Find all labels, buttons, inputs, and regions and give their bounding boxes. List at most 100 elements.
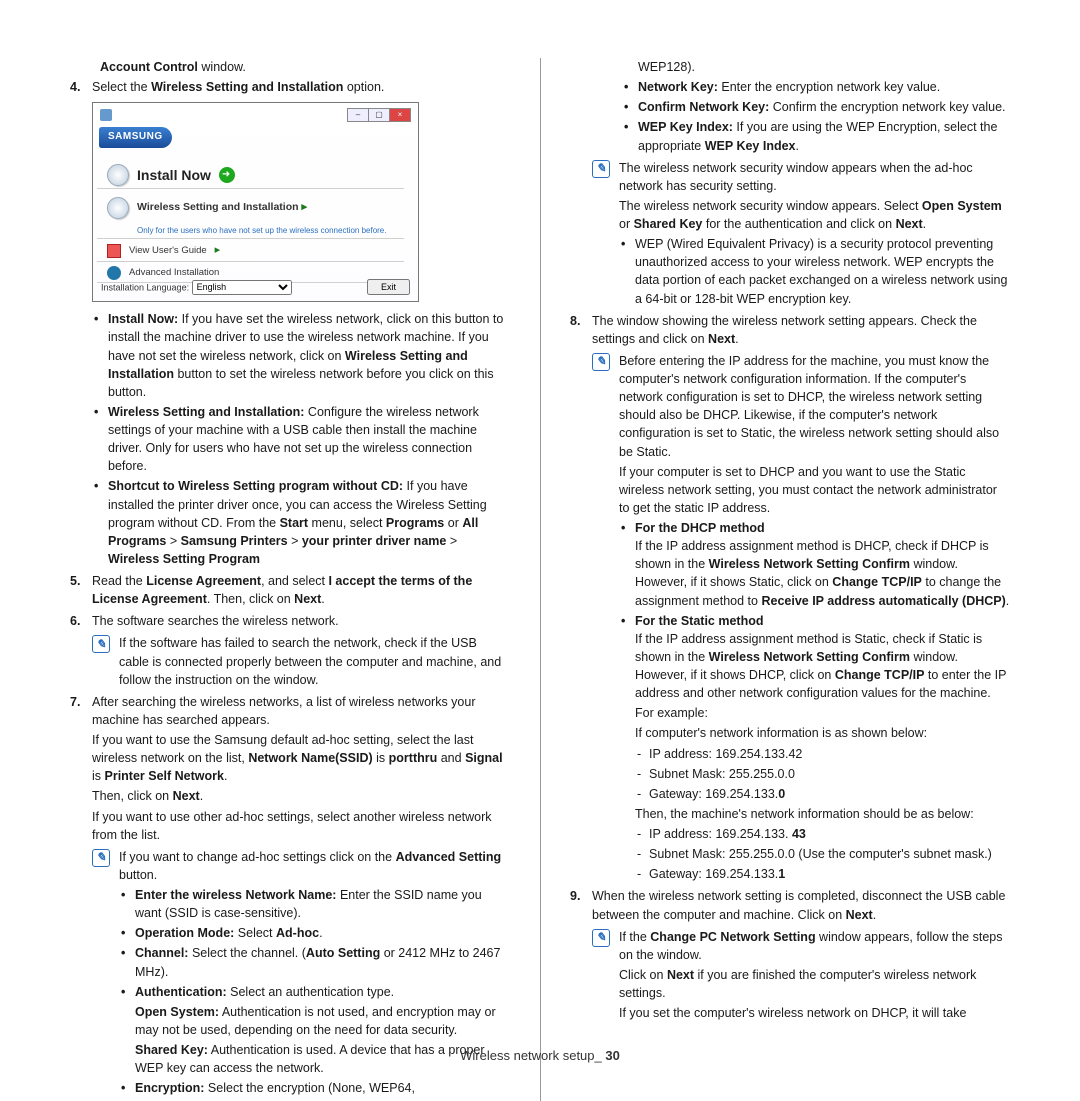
- machine-net-list: IP address: 169.254.133. 43 Subnet Mask:…: [635, 825, 1010, 883]
- stat-comp-info: If computer's network information is as …: [635, 724, 1010, 742]
- row-wsi-sub: Only for the users who have not set up t…: [97, 221, 404, 240]
- guide-label: View User's Guide: [129, 244, 207, 258]
- step-7-text-b: If you want to use the Samsung default a…: [92, 731, 510, 785]
- dhcp-method: For the DHCP method If the IP address as…: [619, 519, 1010, 610]
- account-control-line: Account Control window.: [70, 58, 510, 76]
- step-4: 4. Select the Wireless Setting and Insta…: [70, 78, 510, 568]
- step-6-number: 6.: [70, 612, 80, 630]
- n7-enter-name: Enter the wireless Network Name: Enter t…: [119, 886, 510, 922]
- step4-bullets: Install Now: If you have set the wireles…: [92, 310, 510, 568]
- note-icon: ✎: [92, 635, 110, 653]
- comp-gw: Gateway: 169.254.133.0: [635, 785, 1010, 803]
- maximize-icon[interactable]: ▢: [368, 108, 390, 122]
- lang-select[interactable]: English: [192, 280, 292, 295]
- comp-mask: Subnet Mask: 255.255.0.0: [635, 765, 1010, 783]
- footer-title: Wireless network setup: [460, 1048, 594, 1063]
- stat-machine-info: Then, the machine's network information …: [635, 805, 1010, 823]
- exit-button[interactable]: Exit: [367, 279, 410, 295]
- step-6-text: The software searches the wireless netwo…: [92, 612, 510, 630]
- advanced-label: Advanced Installation: [129, 266, 219, 280]
- installer-footer: Installation Language: English Exit: [101, 279, 410, 295]
- stat-example: For example:: [635, 704, 1010, 722]
- book-icon: [107, 244, 121, 258]
- comp-ip: IP address: 169.254.133.42: [635, 745, 1010, 763]
- dhcp-h: For the DHCP method: [635, 521, 765, 535]
- step-4-number: 4.: [70, 78, 80, 96]
- cd-icon: [107, 164, 129, 186]
- noteA1: The wireless network security window app…: [619, 159, 1010, 195]
- step-9-number: 9.: [570, 887, 580, 905]
- dhcp-desc: If the IP address assignment method is D…: [635, 537, 1010, 610]
- n7-opmode: Operation Mode: Select Ad-hoc.: [119, 924, 510, 942]
- wep-key-index: WEP Key Index: If you are using the WEP …: [622, 118, 1010, 154]
- bullet-install-now: Install Now: If you have set the wireles…: [92, 310, 510, 401]
- step-9: 9. When the wireless network setting is …: [570, 887, 1010, 1022]
- step-7-text-a: After searching the wireless networks, a…: [92, 693, 510, 729]
- step-7-text-d: If you want to use other ad-hoc settings…: [92, 808, 510, 844]
- note-icon: ✎: [592, 929, 610, 947]
- page-footer: Wireless network setup_ 30: [0, 1047, 1080, 1066]
- m-mask: Subnet Mask: 255.255.0.0 (Use the comput…: [635, 845, 1010, 863]
- comp-net-list: IP address: 169.254.133.42 Subnet Mask: …: [635, 745, 1010, 803]
- note-icon: ✎: [592, 160, 610, 178]
- page: Account Control window. 4. Select the Wi…: [0, 0, 1080, 1080]
- step-5-number: 5.: [70, 572, 80, 590]
- samsung-logo: SAMSUNG: [99, 127, 172, 148]
- step-4-text: Select the Wireless Setting and Installa…: [92, 78, 510, 96]
- columns: Account Control window. 4. Select the Wi…: [70, 58, 1010, 1101]
- close-icon[interactable]: ×: [389, 108, 411, 122]
- m-ip: IP address: 169.254.133. 43: [635, 825, 1010, 843]
- note-security-window: ✎ The wireless network security window a…: [592, 159, 1010, 308]
- noteC2: Click on Next if you are finished the co…: [619, 966, 1010, 1002]
- n7-encryption: Encryption: Select the encryption (None,…: [119, 1079, 510, 1097]
- page-number: 30: [605, 1048, 619, 1063]
- installer-screenshot: – ▢ × SAMSUNG Install Now: [92, 102, 419, 302]
- wep128-cont: WEP128).: [570, 58, 1010, 76]
- globe-icon: [107, 197, 129, 219]
- row-install-now[interactable]: Install Now: [97, 160, 404, 189]
- noteB2: If your computer is set to DHCP and you …: [619, 463, 1010, 517]
- network-key: Network Key: Enter the encryption networ…: [622, 78, 1010, 96]
- step-8-text: The window showing the wireless network …: [592, 312, 1010, 348]
- methods-bullets: For the DHCP method If the IP address as…: [619, 519, 1010, 883]
- confirm-network-key: Confirm Network Key: Confirm the encrypt…: [622, 98, 1010, 116]
- install-now-label: Install Now: [137, 165, 211, 185]
- note-icon: ✎: [592, 353, 610, 371]
- row-wsi[interactable]: Wireless Setting and Installation ▸: [97, 189, 404, 221]
- noteA3: WEP (Wired Equivalent Privacy) is a secu…: [619, 235, 1010, 308]
- note-step6: ✎ If the software has failed to search t…: [92, 634, 510, 688]
- step-8: 8. The window showing the wireless netwo…: [570, 312, 1010, 884]
- row-guide[interactable]: View User's Guide ▸: [97, 239, 404, 262]
- wsi-label: Wireless Setting and Installation ▸: [137, 200, 307, 216]
- step-7-number: 7.: [70, 693, 80, 711]
- step-5-text: Read the License Agreement, and select I…: [92, 572, 510, 608]
- noteA2: The wireless network security window app…: [619, 197, 1010, 233]
- note-step9: ✎ If the Change PC Network Setting windo…: [592, 928, 1010, 1023]
- noteA-bullets: WEP (Wired Equivalent Privacy) is a secu…: [619, 235, 1010, 308]
- step-list-left: 4. Select the Wireless Setting and Insta…: [70, 78, 510, 1097]
- noteB1: Before entering the IP address for the m…: [619, 352, 1010, 461]
- step-8-number: 8.: [570, 312, 580, 330]
- stat-desc: If the IP address assignment method is S…: [635, 630, 1010, 703]
- gear-icon: [107, 266, 121, 280]
- arrow-right-icon: [219, 167, 235, 183]
- minimize-icon[interactable]: –: [347, 108, 369, 122]
- right-column: WEP128). Network Key: Enter the encrypti…: [550, 58, 1010, 1101]
- right-keys-bullets: Network Key: Enter the encryption networ…: [570, 78, 1010, 155]
- noteC1: If the Change PC Network Setting window …: [619, 928, 1010, 964]
- step-list-right: 8. The window showing the wireless netwo…: [570, 312, 1010, 1023]
- flag-icon: ▸: [301, 201, 307, 213]
- noteC3: If you set the computer's wireless netwo…: [619, 1004, 1010, 1022]
- note-icon: ✎: [92, 849, 110, 867]
- lang-label: Installation Language:: [101, 282, 189, 292]
- note-step7-text: If you want to change ad-hoc settings cl…: [119, 848, 510, 884]
- wsi-subtitle: Only for the users who have not set up t…: [137, 225, 386, 237]
- window-app-icon: [100, 109, 112, 121]
- note-step8: ✎ Before entering the IP address for the…: [592, 352, 1010, 884]
- bullet-shortcut: Shortcut to Wireless Setting program wit…: [92, 477, 510, 568]
- static-method: For the Static method If the IP address …: [619, 612, 1010, 884]
- flag-icon-2: ▸: [215, 243, 221, 259]
- m-gw: Gateway: 169.254.133.1: [635, 865, 1010, 883]
- step-7-text-c: Then, click on Next.: [92, 787, 510, 805]
- left-column: Account Control window. 4. Select the Wi…: [70, 58, 530, 1101]
